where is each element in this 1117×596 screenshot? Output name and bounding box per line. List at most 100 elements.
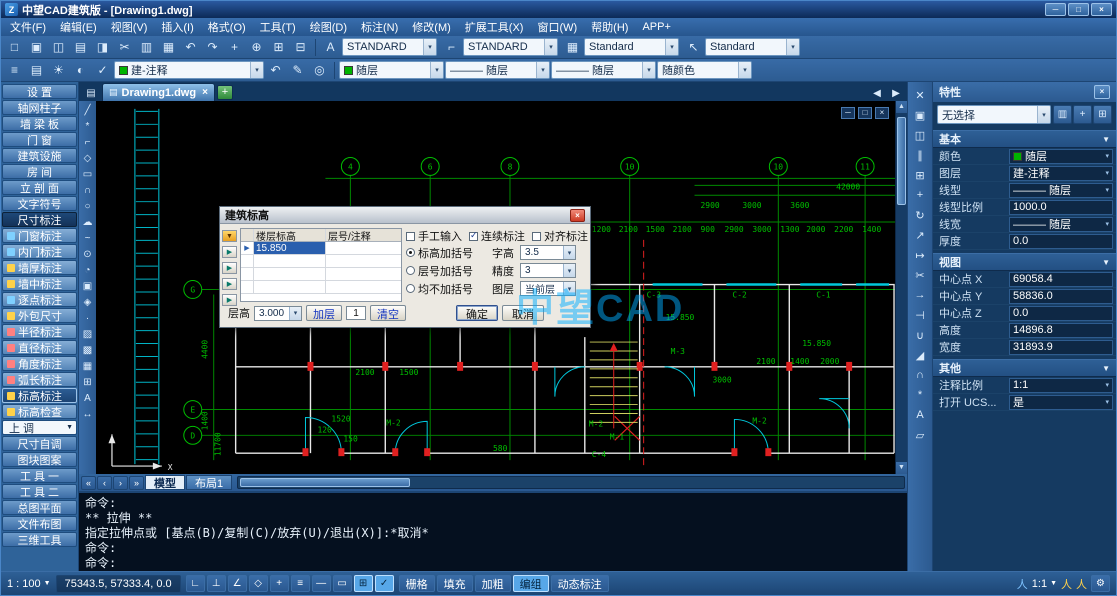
menu-item[interactable]: 绘图(D) <box>303 18 354 36</box>
dynamic-ucs-toggle[interactable]: ⊞ <box>354 575 373 592</box>
text-button[interactable]: A <box>910 406 930 424</box>
lineweight-toggle[interactable]: ≡ <box>291 575 310 592</box>
mleader-style-combo[interactable]: Standard ▾ <box>705 38 800 56</box>
section-basic[interactable]: 基本 ▼ <box>933 130 1116 148</box>
sidebar-item-wall-center-dim[interactable]: 墙中标注 ▼ <box>2 276 77 291</box>
sidebar-item-radius-dim[interactable]: 半径标注 ▼ <box>2 324 77 339</box>
paste-button[interactable]: ▦ <box>158 38 179 57</box>
insert-row-3-button[interactable]: ▶ <box>222 278 237 290</box>
elevation-type-button[interactable]: ▼ <box>222 230 237 242</box>
cancel-button[interactable]: 取消 <box>502 305 544 321</box>
section-other[interactable]: 其他 ▼ <box>933 359 1116 377</box>
layer-states-button[interactable]: ▤ <box>26 61 47 80</box>
tab-list-button[interactable]: ▤ <box>82 85 100 101</box>
annotation-scale-icon[interactable]: 人 <box>1017 576 1028 592</box>
polar-toggle[interactable]: ∠ <box>228 575 247 592</box>
hatch-tool[interactable]: ▨ <box>80 327 95 342</box>
text-height-combo[interactable]: 3.5 ▾ <box>520 245 576 260</box>
quick-properties-toggle[interactable]: ✓ <box>375 575 394 592</box>
spline-tool[interactable]: ~ <box>80 231 95 246</box>
group-toggle[interactable]: 编组 <box>513 575 549 592</box>
menu-item[interactable]: APP+ <box>635 20 677 34</box>
bold-toggle[interactable]: 加粗 <box>475 575 511 592</box>
linetype-combo[interactable]: ——— 随层 ▾ <box>445 61 550 79</box>
table-tool[interactable]: ⊞ <box>80 375 95 390</box>
prop-value[interactable]: 14896.8 ▾ <box>1009 323 1113 338</box>
prop-value[interactable]: 建-注释 ▾ <box>1009 166 1113 181</box>
section-view[interactable]: 视图 ▼ <box>933 253 1116 271</box>
preview-button[interactable]: ◨ <box>92 38 113 57</box>
sidebar-item-tools-2[interactable]: 工 具 二 ▼ <box>2 484 77 499</box>
sidebar-item-text-symbol[interactable]: 文字符号 ▼ <box>2 196 77 211</box>
menu-item[interactable]: 文件(F) <box>3 18 53 36</box>
document-tab-drawing1[interactable]: ▤ Drawing1.dwg × <box>102 83 215 101</box>
menu-item[interactable]: 视图(V) <box>104 18 155 36</box>
text-style-combo[interactable]: STANDARD ▾ <box>342 38 437 56</box>
sidebar-item-facilities[interactable]: 建筑设施 ▼ <box>2 148 77 163</box>
tab-layout1[interactable]: 布局1 <box>186 475 232 490</box>
ok-button[interactable]: 确定 <box>456 305 498 321</box>
dialog-close-button[interactable]: × <box>570 209 585 222</box>
properties-close-button[interactable]: × <box>1094 85 1110 99</box>
move-button[interactable]: + <box>910 186 930 204</box>
prop-value[interactable]: 是 ▾ <box>1009 395 1113 410</box>
sidebar-item-elevation-check[interactable]: 标高检查 ▼ <box>2 404 77 419</box>
sidebar-item-elevation-dim[interactable]: 标高标注 ▼ <box>2 388 77 403</box>
insert-block-tool[interactable]: ▣ <box>80 279 95 294</box>
prop-value[interactable]: 58836.0 ▾ <box>1009 289 1113 304</box>
dynamic-dim-toggle[interactable]: 动态标注 <box>551 575 609 592</box>
mdi-minimize-button[interactable]: ─ <box>841 107 855 119</box>
layout-nav-button[interactable]: › <box>113 476 128 490</box>
copy-button[interactable]: ▥ <box>136 38 157 57</box>
menu-item[interactable]: 帮助(H) <box>584 18 635 36</box>
clear-button[interactable]: 清空 <box>370 305 406 321</box>
ortho-toggle[interactable]: ⊥ <box>207 575 226 592</box>
rectangle-tool[interactable]: ▭ <box>80 167 95 182</box>
tab-scroll-left-button[interactable]: ◀ <box>868 85 886 101</box>
new-tab-button[interactable]: + <box>217 85 233 100</box>
menu-item[interactable]: 格式(O) <box>201 18 253 36</box>
layer-freeze-button[interactable]: ◐ <box>70 61 91 80</box>
mleader-style-button[interactable]: ↖ <box>683 38 704 57</box>
sidebar-item-wall-thickness-dim[interactable]: 墙厚标注 ▼ <box>2 260 77 275</box>
radio-no-bracket[interactable]: 均不加括号 <box>406 281 492 297</box>
mdi-close-button[interactable]: × <box>875 107 889 119</box>
open-button[interactable]: ▣ <box>26 38 47 57</box>
region-tool[interactable]: ▦ <box>80 359 95 374</box>
table-style-combo[interactable]: Standard ▾ <box>584 38 679 56</box>
prop-value[interactable]: 1:1 ▾ <box>1009 378 1113 393</box>
dim-style-button[interactable]: ⌐ <box>441 38 462 57</box>
layer-previous-button[interactable]: ↶ <box>265 61 286 80</box>
erase-button[interactable]: ✕ <box>910 86 930 104</box>
annotation-scale-control[interactable]: 1:1 ▼ <box>1032 578 1057 590</box>
sidebar-item-settings[interactable]: 设 置 ▼ <box>2 84 77 99</box>
create-block-tool[interactable]: ◈ <box>80 295 95 310</box>
sidebar-item-dimension[interactable]: 尺寸标注 ▼ <box>2 212 77 227</box>
horizontal-scrollbar[interactable] <box>237 476 905 489</box>
add-count-input[interactable]: 1 <box>346 306 366 320</box>
continuous-dim-checkbox[interactable]: 连续标注 <box>469 228 525 244</box>
zoom-previous-button[interactable]: ⊟ <box>290 38 311 57</box>
sidebar-item-site-plan[interactable]: 总图平面 ▼ <box>2 500 77 515</box>
grid-toggle[interactable]: 栅格 <box>399 575 435 592</box>
color-combo[interactable]: 随层 ▾ <box>339 61 444 79</box>
toggle-pickadd-button[interactable]: ⊞ <box>1093 105 1112 124</box>
join-button[interactable]: ∪ <box>910 326 930 344</box>
radio-elevation-bracket[interactable]: 标高加括号 <box>406 245 492 261</box>
sidebar-item-angle-dim[interactable]: 角度标注 ▼ <box>2 356 77 371</box>
lineweight-combo[interactable]: ——— 随层 ▾ <box>551 61 656 79</box>
sidebar-item-wall-beam-slab[interactable]: 墙 梁 板 ▼ <box>2 116 77 131</box>
sidebar-item-door-window-dim[interactable]: 门窗标注 ▼ <box>2 228 77 243</box>
osnap-toggle[interactable]: ◇ <box>249 575 268 592</box>
note-cell[interactable] <box>326 242 401 254</box>
circle-tool[interactable]: ○ <box>80 199 95 214</box>
fill-toggle[interactable]: 填充 <box>437 575 473 592</box>
scroll-up-icon[interactable]: ▲ <box>896 101 907 113</box>
layout-nav-button[interactable]: ‹ <box>97 476 112 490</box>
elevation-table[interactable]: 楼层标高 层号/注释 ▶ 15.850 <box>240 228 402 302</box>
new-button[interactable]: □ <box>4 38 25 57</box>
arc-tool[interactable]: ∩ <box>80 183 95 198</box>
point-tool[interactable]: · <box>80 311 95 326</box>
sidebar-item-arc-length-dim[interactable]: 弧长标注 ▼ <box>2 372 77 387</box>
scrollbar-thumb[interactable] <box>240 478 410 487</box>
